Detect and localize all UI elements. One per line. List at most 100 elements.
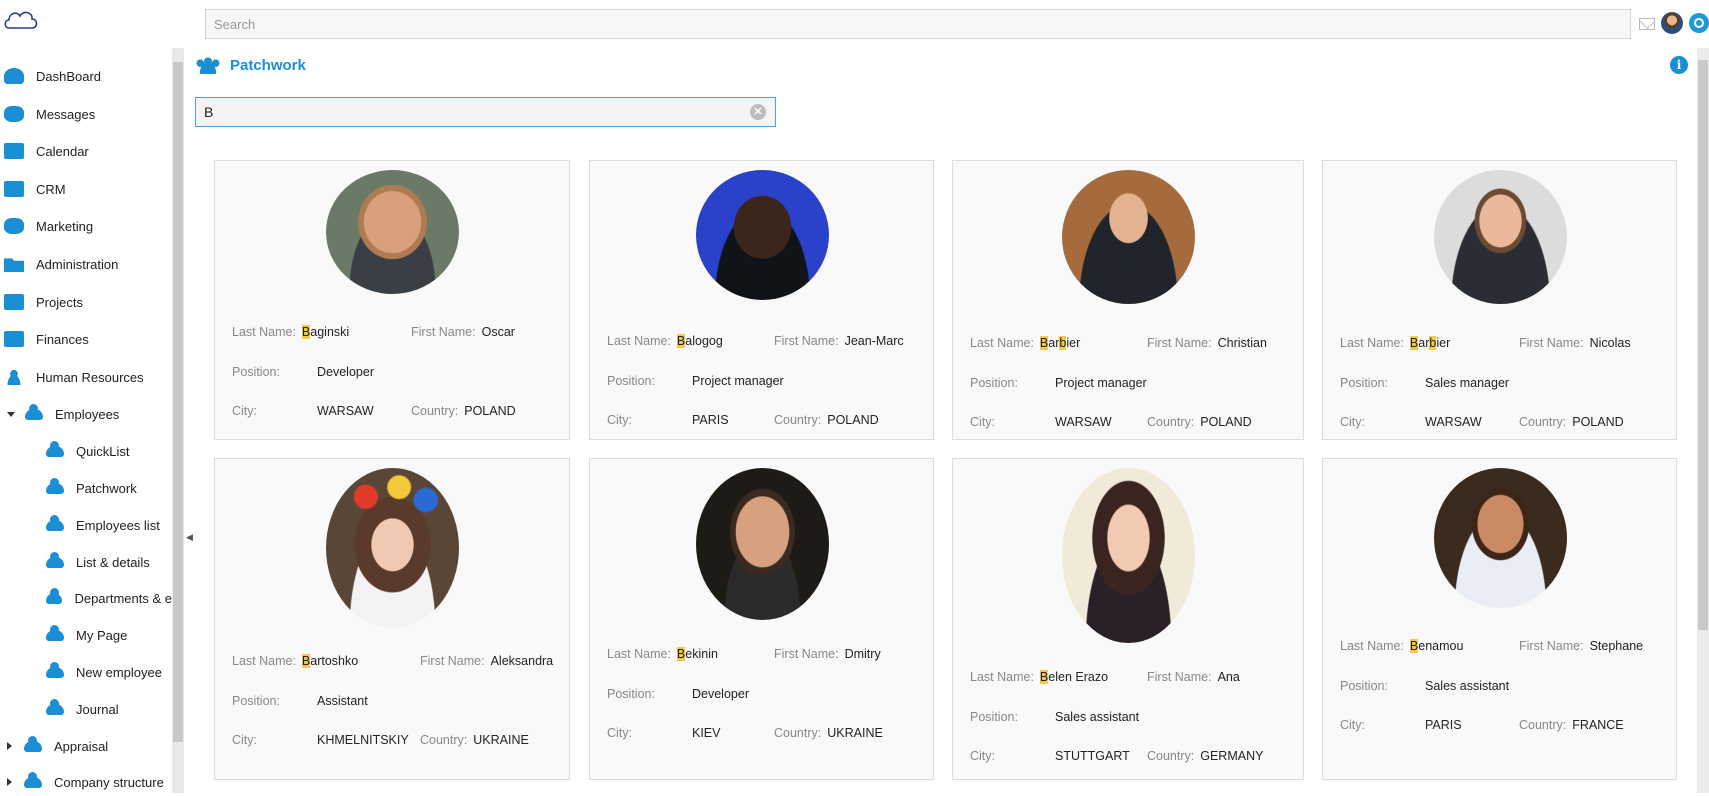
employee-photo[interactable] [1062,170,1195,304]
employee-card[interactable]: Last Name: Barbier First Name: Christian Pos… [952,160,1304,440]
sidebar-item-marketing[interactable]: Marketing [0,212,172,240]
sidebar-item-new-employee[interactable]: New employee [0,658,172,686]
sidebar-item-human-resources[interactable]: Human Resources [0,363,172,391]
sidebar-item-my-page[interactable]: My Page [0,621,172,649]
first-name-field: First Name: Jean-Marc [774,334,904,348]
employee-card[interactable]: Last Name: Benamou First Name: Stephane Posi… [1322,458,1677,780]
field-value: Belen Erazo [1039,670,1108,684]
country-field: Country: UKRAINE [774,726,883,740]
sidebar-item-patchwork[interactable]: Patchwork [0,474,172,502]
field-label: First Name: [1147,670,1212,684]
field-value: Aleksandra [490,654,554,668]
employee-photo[interactable] [1062,468,1195,643]
field-value: Bekinin [676,647,718,661]
employee-photo[interactable] [326,170,459,294]
field-value: WARSAW [1425,415,1482,429]
sidebar-item-company-structure[interactable]: Company structure [0,768,172,796]
employee-card[interactable]: Last Name: Bartoshko First Name: Aleksandra… [214,458,570,780]
main-scrollbar-thumb[interactable] [1698,60,1708,630]
collapse-sidebar-icon[interactable]: ◀ [186,532,193,543]
field-label: First Name: [1519,336,1584,350]
sidebar-item-journal[interactable]: Journal [0,695,172,723]
sidebar-item-employees[interactable]: Employees [0,400,172,428]
chevron-right-icon[interactable] [7,742,12,750]
field-value: POLAND [1572,415,1624,429]
sidebar-item-quicklist[interactable]: QuickList [0,437,172,465]
last-name-field: Last Name: Baginski [232,325,349,339]
field-value: POLAND [1200,415,1252,429]
field-value: Jean-Marc [844,334,904,348]
field-label: Last Name: [607,647,671,661]
field-label: Position: [232,365,280,379]
sidebar-item-departments[interactable]: Departments & e [0,584,172,612]
field-value: Oscar [481,325,515,339]
sidebar-item-projects[interactable]: Projects [0,288,172,316]
clear-filter-icon[interactable]: ✕ [750,104,766,120]
position-field: Position: Sales assistant [1340,679,1509,693]
employee-card[interactable]: Last Name: Barbier First Name: Nicolas Posit… [1322,160,1677,440]
field-label: Last Name: [232,654,296,668]
sidebar-item-employees-list[interactable]: Employees list [0,511,172,539]
employee-photo[interactable] [696,468,829,620]
cloud-icon [46,661,64,678]
city-field: City: PARIS [1340,718,1462,732]
field-value: KIEV [692,726,721,740]
employee-photo[interactable] [326,468,459,628]
dashboard-icon [4,68,24,84]
employee-card[interactable]: Last Name: Belen Erazo First Name: Ana Posit… [952,458,1304,780]
sidebar-item-messages[interactable]: Messages [0,100,172,128]
sidebar-item-crm[interactable]: CRM [0,175,172,203]
chevron-down-icon[interactable] [7,411,15,417]
global-search-input[interactable]: Search [205,9,1631,39]
sidebar-item-calendar[interactable]: Calendar [0,137,172,165]
search-highlight: B [676,334,686,348]
employee-card[interactable]: Last Name: Bekinin First Name: Dmitry Positi… [589,458,934,780]
atemis-logo[interactable] [3,6,39,34]
country-field: Country: POLAND [1519,415,1624,429]
sidebar-item-dashboard[interactable]: DashBoard [0,62,172,90]
employee-photo[interactable] [696,170,829,300]
employee-photo[interactable] [1434,170,1567,304]
chevron-right-icon[interactable] [7,778,12,786]
crm-icon [4,181,24,197]
position-field: Position: Developer [607,687,749,701]
position-field: Position: Sales assistant [970,710,1139,724]
field-label: City: [232,733,257,747]
user-avatar[interactable] [1661,12,1683,34]
info-icon[interactable]: i [1670,56,1688,74]
sidebar-item-label: Marketing [36,218,94,234]
field-label: Position: [1340,376,1388,390]
top-bar: Search [0,0,1709,44]
help-icon[interactable] [1689,13,1709,33]
position-field: Position: Project manager [970,376,1147,390]
sidebar-item-label: List & details [76,554,150,570]
filter-input[interactable]: B [195,97,776,127]
sidebar: DashBoard Messages Calendar CRM Marketin… [0,48,172,793]
sidebar-item-list-details[interactable]: List & details [0,548,172,576]
mail-icon[interactable] [1639,18,1655,30]
employee-card[interactable]: Last Name: Baginski First Name: Oscar Positi… [214,160,570,440]
field-label: Position: [970,376,1018,390]
field-value: Assistant [317,694,368,708]
people-icon [196,56,220,74]
field-value: UKRAINE [473,733,529,747]
sidebar-item-administration[interactable]: Administration [0,250,172,278]
employee-card[interactable]: Last Name: Balogog First Name: Jean-Marc Pos… [589,160,934,440]
employee-photo[interactable] [1434,468,1567,608]
sidebar-scrollbar-thumb[interactable] [173,62,183,742]
last-name-field: Last Name: Balogog [607,334,723,348]
messages-icon [4,106,24,122]
field-value: POLAND [827,413,879,427]
sidebar-item-appraisal[interactable]: Appraisal [0,732,172,760]
sidebar-item-label: Calendar [36,143,89,159]
sidebar-item-finances[interactable]: Finances [0,325,172,353]
field-label: Country: [1147,749,1195,763]
sidebar-item-label: Departments & e [74,590,172,606]
cloud-icon [46,551,64,568]
field-value: UKRAINE [827,726,883,740]
briefcase-icon [4,294,24,310]
search-highlight: B [301,654,311,668]
finances-icon [4,331,24,347]
page-title: Patchwork [230,56,306,74]
last-name-field: Last Name: Belen Erazo [970,670,1108,684]
